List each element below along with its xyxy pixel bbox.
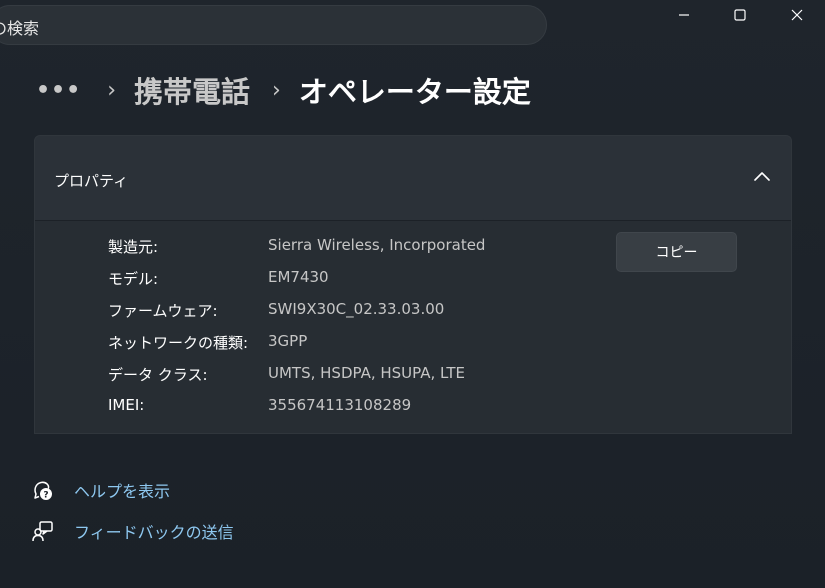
property-value: SWI9X30C_02.33.03.00 — [268, 300, 445, 318]
breadcrumb: ••• › 携帯電話 › オペレーター設定 — [36, 66, 531, 114]
settings-window: の検索 ••• › 携帯電話 › オペレーター設定 プロパティ — [0, 0, 825, 588]
help-link[interactable]: ? ヘルプを表示 — [32, 477, 170, 503]
property-value: Sierra Wireless, Incorporated — [268, 236, 486, 254]
property-label: 製造元: — [108, 238, 159, 256]
maximize-icon — [733, 9, 746, 21]
page-title: オペレーター設定 — [298, 75, 531, 109]
feedback-link-text[interactable]: フィードバックの送信 — [74, 519, 234, 543]
search-input-text[interactable]: の検索 — [0, 15, 39, 39]
minimize-button[interactable] — [661, 0, 706, 30]
property-label: モデル: — [108, 270, 159, 288]
property-value: 355674113108289 — [268, 396, 412, 414]
property-label: ネットワークの種類: — [108, 334, 249, 352]
chevron-up-icon[interactable] — [753, 170, 771, 184]
properties-title: プロパティ — [54, 172, 129, 190]
maximize-button[interactable] — [717, 0, 762, 30]
properties-header[interactable]: プロパティ — [35, 136, 791, 221]
feedback-icon — [32, 521, 53, 542]
breadcrumb-item-mobile[interactable]: 携帯電話 — [134, 69, 250, 111]
property-value: UMTS, HSDPA, HSUPA, LTE — [268, 364, 465, 382]
breadcrumb-more-button[interactable]: ••• — [36, 78, 81, 103]
svg-text:?: ? — [43, 491, 48, 501]
properties-content: 製造元: Sierra Wireless, Incorporated モデル: … — [35, 221, 791, 433]
property-value: EM7430 — [268, 268, 329, 286]
feedback-link[interactable]: フィードバックの送信 — [32, 518, 234, 544]
property-label: データ クラス: — [108, 366, 208, 384]
help-link-text[interactable]: ヘルプを表示 — [74, 478, 170, 502]
search-box[interactable]: の検索 — [0, 5, 547, 45]
property-label: IMEI: — [108, 396, 145, 414]
minimize-icon — [678, 14, 689, 16]
help-icon: ? — [34, 481, 52, 501]
property-value: 3GPP — [268, 332, 308, 350]
breadcrumb-separator-icon: › — [107, 77, 116, 103]
properties-expander: プロパティ 製造元: Sierra Wireless, Incorporated… — [34, 135, 792, 434]
close-button[interactable] — [774, 0, 819, 30]
copy-button[interactable]: コピー — [616, 232, 737, 272]
close-icon — [791, 9, 802, 21]
property-label: ファームウェア: — [108, 302, 218, 320]
breadcrumb-separator-icon: › — [272, 77, 281, 103]
